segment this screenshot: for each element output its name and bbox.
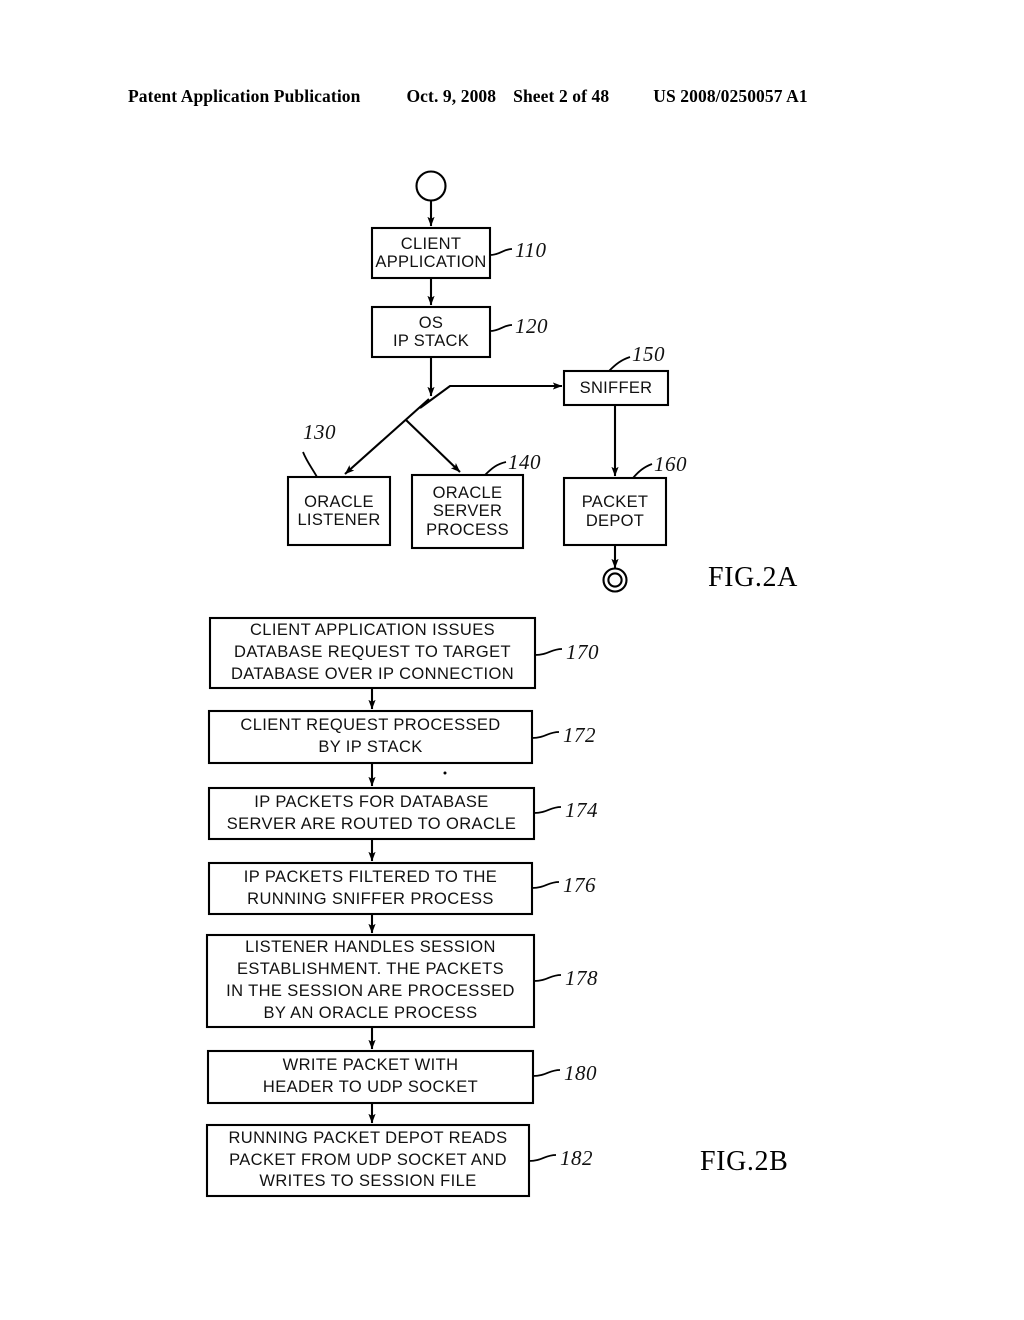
header-doc-number: US 2008/0250057 A1 [653,86,808,106]
fig2a-label-packet-depot: PACKET DEPOT [564,478,666,545]
fig2b-178-line1: LISTENER HANDLES SESSION [245,938,496,957]
fig2b-refnum-172: 172 [563,723,596,747]
fig2b-refnum-174: 174 [565,798,598,822]
fig2b-172-line1: CLIENT REQUEST PROCESSED [240,716,501,735]
fig2b-label-176: IP PACKETS FILTERED TO THE RUNNING SNIFF… [209,863,532,914]
fig2a-ipstack-line2: IP STACK [392,332,470,350]
fig2b-170-line3: DATABASE OVER IP CONNECTION [230,664,515,683]
fig2a-end-terminator-outer [602,567,628,593]
fig2b-178-line4: BY AN ORACLE PROCESS [263,1003,478,1022]
fig2b-182-line3: WRITES TO SESSION FILE [259,1172,477,1191]
fig2a-server-line1: ORACLE [432,483,503,502]
fig2b-refnum-182: 182 [560,1146,593,1170]
fig2a-label-oracle-server-process: ORACLE SERVER PROCESS [412,475,523,548]
fig2a-sniffer-line1: SNIFFER [579,378,653,397]
fig2a-listener-line1: ORACLE [304,492,374,511]
header-publication: Patent Application Publication [128,86,361,106]
fig2b-182-line1: RUNNING PACKET DEPOT READS [228,1128,508,1147]
header-date: Oct. 9, 2008 [406,86,497,106]
fig2a-depot-line1: PACKET [581,493,649,512]
fig2b-174-line2: SERVER ARE ROUTED TO ORACLE [226,814,517,833]
fig2a-server-line2: SERVER [432,502,503,521]
fig2a-start-terminator [415,170,447,202]
fig2a-label-client-application: CLIENT APPLICATION [372,228,490,278]
fig2b-178-line2: ESTABLISHMENT. THE PACKETS [236,960,505,979]
fig2b-refnum-170: 170 [566,640,599,664]
fig2b-170-line2: DATABASE REQUEST TO TARGET [234,643,511,662]
fig2a-end-terminator-inner [607,572,623,588]
fig2b-178-line3: IN THE SESSION ARE PROCESSED [226,982,515,1000]
fig2b-label-174: IP PACKETS FOR DATABASE SERVER ARE ROUTE… [209,788,534,839]
fig2b-176-line2: RUNNING SNIFFER PROCESS [247,889,494,908]
fig2a-label-os-ip-stack: OS IP STACK [372,307,490,357]
fig2a-server-line3: PROCESS [426,520,509,539]
fig2a-ipstack-line1: OS [418,313,444,332]
page-header: Patent Application Publication Oct. 9, 2… [128,86,896,112]
fig2b-label-178: LISTENER HANDLES SESSION ESTABLISHMENT. … [207,935,534,1027]
fig2a-refnum-140: 140 [508,450,541,474]
fig2a-listener-line2: LISTENER [297,511,381,529]
fig2a-client-line1: CLIENT [400,234,462,253]
fig2b-176-line1: IP PACKETS FILTERED TO THE [243,867,498,886]
fig2b-182-line2: PACKET FROM UDP SOCKET AND [229,1150,507,1169]
fig2a-label-oracle-listener: ORACLE LISTENER [288,477,390,545]
fig2a-client-line2: APPLICATION [375,253,487,271]
fig2b-label-182: RUNNING PACKET DEPOT READS PACKET FROM U… [207,1125,529,1196]
fig2a-caption: FIG.2A [708,562,798,593]
fig2b-label-180: WRITE PACKET WITH HEADER TO UDP SOCKET [208,1051,533,1103]
fig2a-refnum-130: 130 [303,420,336,444]
fig2b-refnum-180: 180 [564,1061,597,1085]
fig2b-170-line1: CLIENT APPLICATION ISSUES [249,621,496,640]
fig2a-refnum-120: 120 [515,314,548,338]
fig2b-refnum-178: 178 [565,966,598,990]
fig2b-label-172: CLIENT REQUEST PROCESSED BY IP STACK [209,711,532,763]
fig2b-label-170: CLIENT APPLICATION ISSUES DATABASE REQUE… [210,618,535,688]
fig2a-refnum-150: 150 [632,342,665,366]
fig2b-172-line2: BY IP STACK [318,738,423,756]
patent-drawing-page: Patent Application Publication Oct. 9, 2… [0,0,1024,1320]
fig2b-180-line2: HEADER TO UDP SOCKET [262,1078,479,1096]
fig2a-refnum-160: 160 [654,452,687,476]
fig2a-label-sniffer: SNIFFER [564,371,668,405]
fig2b-180-line1: WRITE PACKET WITH [282,1056,459,1075]
fig2b-174-line1: IP PACKETS FOR DATABASE [254,792,489,811]
fig2a-depot-line2: DEPOT [585,511,645,530]
header-sheet: Sheet 2 of 48 [513,86,610,106]
fig2b-refnum-176: 176 [563,873,596,897]
fig2a-refnum-110: 110 [515,238,547,262]
fig2b-caption: FIG.2B [700,1146,789,1177]
